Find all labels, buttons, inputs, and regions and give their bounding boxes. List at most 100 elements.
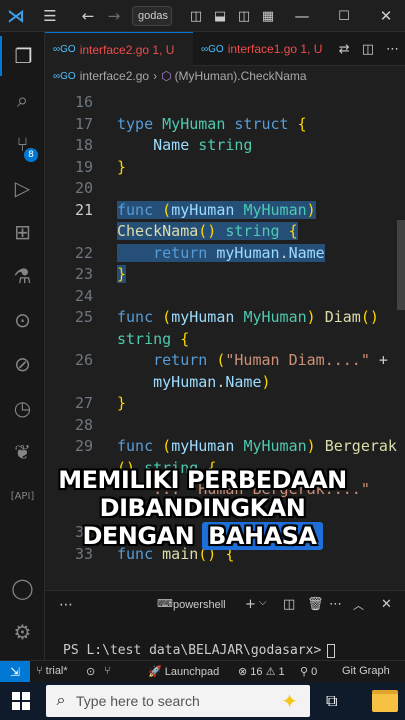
breadcrumb-file[interactable]: interface2.go — [80, 69, 149, 83]
breadcrumb-symbol[interactable]: (MyHuman).CheckNama — [175, 69, 307, 83]
code-text: func (myHuman MyHuman) Diam() — [117, 308, 379, 326]
windows-start-icon[interactable] — [12, 692, 30, 710]
tab-interface2[interactable]: ∞GO interface2.go 1, U — [45, 32, 193, 66]
line-number: 29 — [74, 437, 93, 455]
branch-indicator[interactable]: ⑂ trial* — [36, 665, 68, 677]
timeline-icon[interactable]: ◷ — [0, 388, 45, 428]
ports-indicator[interactable]: ⚲ 0 — [300, 665, 317, 678]
split-terminal-icon[interactable]: ◫ — [283, 597, 295, 612]
close-panel-icon[interactable]: ✕ — [381, 597, 392, 612]
layout-panel-icon[interactable]: ⬓ — [210, 0, 230, 32]
code-text: CheckNama() string { — [117, 222, 298, 240]
caption-line-2: DIBANDINGKAN — [99, 494, 306, 522]
editor-scrollbar[interactable] — [397, 220, 405, 310]
more-actions-icon[interactable]: ⋯ — [386, 42, 399, 57]
file-explorer-icon[interactable] — [372, 690, 398, 712]
menu-icon[interactable]: ☰ — [38, 0, 62, 32]
activity-bar: ❐ ⌕ ⑂ 8 ▷ ⊞ ⚗ ⊙ ⊘ ◷ ❦ [API] ◯ ⚙ — [0, 32, 45, 660]
windows-taskbar: ⌕ Type here to search ✦ ⧉ — [0, 682, 405, 720]
ports-count: 0 — [311, 666, 318, 678]
customize-layout-icon[interactable]: ▦ — [258, 0, 278, 32]
code-line[interactable]: 23} — [45, 263, 405, 285]
terminal-name[interactable]: powershell — [173, 599, 226, 611]
terminal-panel: ⋯ ⌨ powershell + ⌵ ◫ 🗑 ⋯ ︿ ✕ PS L:\test … — [45, 590, 405, 660]
code-text: string { — [117, 329, 190, 348]
code-line[interactable]: 20 — [45, 177, 405, 199]
panel-more-actions-icon[interactable]: ⋯ — [329, 597, 342, 612]
forward-arrow-icon[interactable]: → — [104, 0, 124, 32]
breadcrumb: ∞GO interface2.go › ⬡ (MyHuman).CheckNam… — [45, 66, 405, 86]
line-number: 25 — [74, 308, 93, 326]
code-line[interactable]: 18 Name string — [45, 134, 405, 156]
code-line[interactable]: 21 func (myHuman MyHuman) — [45, 199, 405, 221]
search-placeholder: Type here to search — [76, 693, 200, 709]
chevron-up-icon[interactable]: ︿ — [353, 597, 364, 613]
account-icon[interactable]: ◯ — [0, 568, 45, 608]
taskbar-search-box[interactable]: ⌕ Type here to search ✦ — [46, 685, 310, 717]
breadcrumb-separator-icon: › — [153, 69, 158, 83]
settings-gear-icon[interactable]: ⚙ — [0, 612, 45, 652]
code-line[interactable]: 22 return myHuman.Name — [45, 242, 405, 264]
launchpad-item[interactable]: 🚀 Launchpad — [148, 665, 219, 678]
terminal-prompt[interactable]: PS L:\test data\BELAJAR\godasarx> — [63, 643, 336, 658]
code-text: return ("Human Diam...." + — [153, 351, 388, 369]
terminal-prompt-text: PS L:\test data\BELAJAR\godasarx> — [63, 643, 322, 658]
line-number: 22 — [74, 243, 93, 262]
panel-more-icon[interactable]: ⋯ — [59, 597, 73, 613]
task-view-icon[interactable]: ⧉ — [326, 691, 337, 711]
split-editor-icon[interactable]: ◫ — [362, 42, 374, 57]
code-line[interactable]: myHuman.Name) — [45, 371, 405, 393]
code-line[interactable]: 17 type MyHuman struct { — [45, 113, 405, 135]
git-graph-icon[interactable]: ⊙ — [0, 300, 45, 340]
code-line[interactable]: 26 return ("Human Diam...." + — [45, 349, 405, 371]
source-control-status-icon[interactable]: ⑂ — [104, 665, 111, 677]
code-line[interactable]: 19} — [45, 156, 405, 178]
terminal-dropdown-icon[interactable]: ⌵ — [259, 597, 267, 608]
extensions-icon[interactable]: ⊞ — [0, 212, 45, 252]
new-terminal-plus-icon[interactable]: + — [245, 597, 256, 612]
maximize-icon[interactable]: ☐ — [332, 0, 356, 32]
code-line[interactable]: 28 — [45, 414, 405, 436]
line-number: 17 — [74, 114, 93, 133]
remote-indicator-icon[interactable]: ⇲ — [0, 661, 30, 683]
go-file-icon: ∞GO — [201, 43, 224, 55]
tab-interface1[interactable]: ∞GO interface1.go 1, U — [193, 32, 323, 66]
code-line[interactable]: string { — [45, 328, 405, 350]
caption-highlight: BAHASA — [202, 522, 323, 550]
problems-indicator[interactable]: ⊗ 16 ⚠ 1 — [238, 665, 285, 678]
code-line[interactable]: CheckNama() string { — [45, 220, 405, 242]
code-line[interactable]: 16 — [45, 91, 405, 113]
layout-sidebar-icon[interactable]: ◫ — [186, 0, 206, 32]
run-debug-icon[interactable]: ▷ — [0, 168, 45, 208]
layout-split-icon[interactable]: ◫ — [234, 0, 254, 32]
launchpad-label: Launchpad — [164, 666, 220, 678]
back-arrow-icon[interactable]: ← — [78, 0, 98, 32]
tab-problems: 1, U — [152, 42, 175, 57]
minimize-icon[interactable]: — — [290, 0, 314, 32]
editor-tabs: ∞GO interface2.go 1, U ∞GO interface1.go… — [45, 32, 405, 66]
line-number: 24 — [74, 286, 93, 305]
code-line[interactable]: 25 func (myHuman MyHuman) Diam() — [45, 306, 405, 328]
code-text: myHuman.Name) — [153, 372, 271, 391]
code-line[interactable]: 24 — [45, 285, 405, 307]
trash-icon[interactable]: 🗑 — [307, 597, 324, 612]
remote-explorer-icon[interactable]: ⊘ — [0, 344, 45, 384]
command-center-search[interactable]: godas — [132, 6, 172, 26]
line-number: 20 — [74, 179, 93, 197]
search-icon[interactable]: ⌕ — [0, 80, 45, 120]
testing-icon[interactable]: ⚗ — [0, 256, 45, 296]
editor-actions: ⇄ ◫ ⋯ — [339, 32, 399, 66]
code-line[interactable]: 27} — [45, 392, 405, 414]
title-bar: ⋊ ☰ ← → godas ◫ ⬓ ◫ ▦ — ☐ ✕ — [0, 0, 405, 32]
explorer-icon[interactable]: ❐ — [0, 36, 45, 76]
source-control-icon[interactable]: ⑂ 8 — [0, 124, 45, 164]
sync-icon[interactable]: ⊙ — [86, 665, 95, 678]
go-file-icon: ∞GO — [53, 70, 76, 82]
terminal-icon: ⌨ — [157, 597, 173, 610]
line-number: 21 — [74, 200, 93, 219]
git-graph-item[interactable]: Git Graph — [342, 665, 390, 677]
code-text: func (myHuman MyHuman) Bergerak — [117, 437, 397, 455]
close-icon[interactable]: ✕ — [374, 0, 398, 32]
compare-icon[interactable]: ⇄ — [339, 42, 350, 57]
code-line[interactable]: 29 func (myHuman MyHuman) Bergerak — [45, 435, 405, 457]
